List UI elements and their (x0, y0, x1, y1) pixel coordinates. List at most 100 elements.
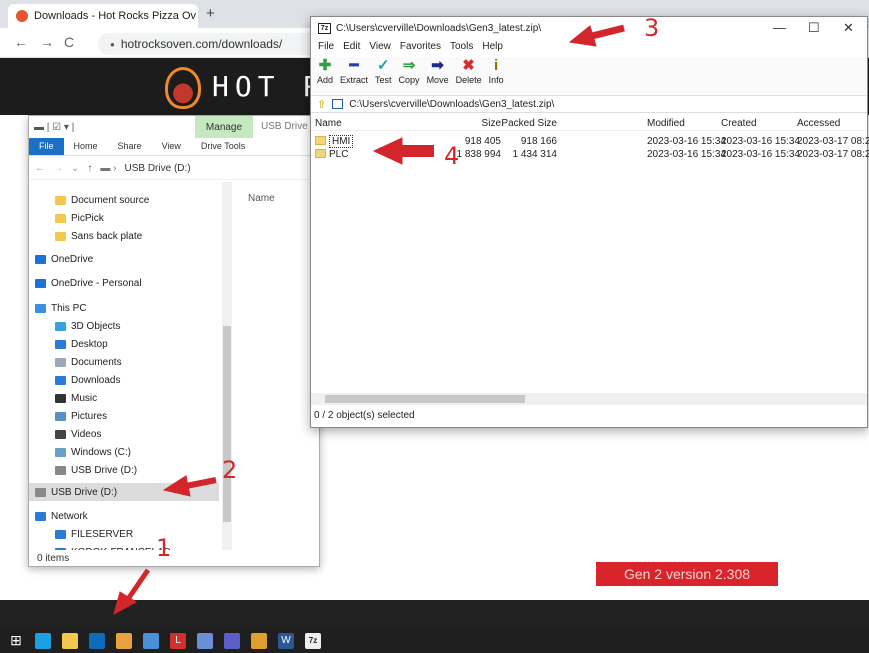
info-button[interactable]: i Info (489, 57, 504, 93)
pictures-icon (55, 411, 66, 421)
tool-icon[interactable] (197, 632, 213, 649)
l-app-icon[interactable]: L (170, 632, 186, 649)
nav-scrollbar-thumb[interactable] (223, 326, 231, 522)
move-button[interactable]: ➡ Move (427, 57, 449, 93)
nav-item[interactable]: Videos (55, 425, 101, 443)
7zip-icon: 7z (318, 22, 331, 34)
add-button[interactable]: ✚ Add (317, 57, 333, 93)
forward-icon[interactable]: → (53, 163, 63, 174)
windows-start-icon[interactable]: ⊞ (8, 632, 24, 649)
cell-modified: 2023-03-16 15:34 (647, 136, 726, 147)
browser-tab[interactable]: Downloads - Hot Rocks Pizza Ov × (8, 4, 198, 28)
nav-item[interactable]: OneDrive - Personal (35, 274, 142, 292)
ribbon-tab-drive-tools[interactable]: Drive Tools (191, 138, 255, 155)
close-icon[interactable]: ✕ (843, 20, 854, 36)
cell-text: 918 166 (520, 135, 557, 147)
ribbon-tab-share[interactable]: Share (108, 138, 152, 155)
nav-item[interactable]: USB Drive (D:) (55, 461, 137, 479)
nav-item[interactable]: OneDrive (35, 250, 93, 268)
test-icon: ✓ (377, 57, 390, 74)
menu-favorites[interactable]: Favorites (400, 41, 441, 57)
nav-item[interactable]: Sans back plate (55, 227, 142, 245)
address-bar[interactable]: ● hotrocksoven.com/downloads/ (98, 33, 328, 55)
7zip-status: 0 / 2 object(s) selected (314, 410, 415, 421)
nav-item[interactable]: Windows (C:) (55, 443, 131, 461)
path-text: C:\Users\cverville\Downloads\Gen3_latest… (349, 98, 555, 110)
tool-label: Add (317, 75, 334, 85)
column-header-modified[interactable]: Modified (647, 118, 721, 129)
menu-help[interactable]: Help (482, 41, 503, 57)
nav-item[interactable]: This PC (35, 299, 87, 317)
app-icon[interactable] (143, 632, 159, 649)
7zip-menubar: File Edit View Favorites Tools Help (311, 41, 867, 57)
usb-drive-icon: ▬ › (100, 163, 117, 174)
nav-item[interactable]: Documents (55, 353, 122, 371)
cell-accessed: 2023-03-17 08:29 (797, 136, 869, 147)
tool-label: Extract (340, 75, 369, 85)
app2-icon[interactable] (251, 632, 267, 649)
word-icon[interactable]: W (278, 632, 294, 649)
ribbon-tab-view[interactable]: View (152, 138, 191, 155)
nav-item[interactable]: Downloads (55, 371, 120, 389)
nav-item[interactable]: KODOK-FRANCELAD (55, 543, 171, 550)
ribbon-tab-home[interactable]: Home (64, 138, 108, 155)
extract-button[interactable]: ━ Extract (340, 57, 368, 93)
column-header-name[interactable]: Name (248, 193, 275, 204)
menu-tools[interactable]: Tools (450, 41, 473, 57)
up-folder-icon[interactable]: ⇧ (317, 98, 326, 111)
cloud-icon (35, 278, 46, 288)
nav-item[interactable]: FILESERVER (55, 525, 133, 543)
column-header-packed-size[interactable]: Packed Size (473, 118, 557, 129)
ribbon-tabs: File Home Share View Drive Tools (29, 138, 319, 156)
copy-button[interactable]: ⇒ Copy (399, 57, 420, 93)
menu-file[interactable]: File (318, 41, 334, 57)
annotation-number-4: 4 (444, 142, 460, 170)
column-header-accessed[interactable]: Accessed (797, 118, 869, 129)
minimize-icon[interactable]: — (773, 20, 786, 35)
explorer-address-bar[interactable]: ← → ⌄ ↑ ▬ › USB Drive (D:) (29, 158, 319, 180)
nav-item-label: OneDrive - Personal (51, 277, 142, 289)
nav-item[interactable]: Music (55, 389, 97, 407)
chrome-icon[interactable] (116, 632, 132, 649)
7zip-icon[interactable]: 7z (305, 632, 321, 649)
column-header-created[interactable]: Created (721, 118, 795, 129)
table-row[interactable]: PLC 1 838 994 1 434 314 2023-03-16 15:34 202… (311, 147, 869, 161)
menu-edit[interactable]: Edit (343, 41, 360, 57)
music-icon (55, 393, 66, 403)
table-header: Name Size Packed Size Modified Created Access… (311, 117, 867, 131)
up-icon[interactable]: ↑ (87, 163, 92, 174)
delete-icon: ✖ (462, 57, 475, 74)
arrow-1-shaft (123, 568, 151, 604)
nav-item[interactable]: 3D Objects (55, 317, 120, 335)
nav-item[interactable]: Network (35, 507, 88, 525)
7zip-path-bar[interactable]: ⇧ C:\Users\cverville\Downloads\Gen3_late… (311, 95, 867, 113)
nav-item[interactable]: Desktop (55, 335, 108, 353)
nav-item-label: This PC (51, 302, 87, 314)
download-banner[interactable]: Gen 2 version 2.308 (596, 562, 778, 586)
back-icon[interactable]: ← (35, 163, 45, 174)
edge-icon[interactable] (35, 632, 51, 649)
file-explorer-icon[interactable] (62, 632, 78, 649)
chevron-down-icon[interactable]: ⌄ (71, 163, 79, 174)
ribbon-tab-file[interactable]: File (29, 138, 64, 155)
quick-access-toolbar[interactable]: ▬ | ☑ ▾ | (34, 122, 74, 133)
menu-view[interactable]: View (369, 41, 391, 57)
cell-text: 2023-03-16 15:34 (647, 135, 726, 147)
table-row[interactable]: HMI 918 405 918 166 2023-03-16 15:34 2023-03… (311, 134, 869, 148)
test-button[interactable]: ✓ Test (375, 57, 392, 93)
maximize-icon[interactable]: ☐ (808, 20, 820, 36)
delete-button[interactable]: ✖ Delete (456, 57, 482, 93)
nav-item[interactable]: USB Drive (D:) (35, 483, 117, 501)
cell-text: 2023-03-17 08:29 (797, 135, 869, 147)
teams-icon[interactable] (224, 632, 240, 649)
nav-item[interactable]: PicPick (55, 209, 104, 227)
nav-item[interactable]: Pictures (55, 407, 107, 425)
manage-tab[interactable]: Manage (195, 116, 253, 138)
outlook-icon[interactable] (89, 632, 105, 649)
back-icon[interactable]: ← (14, 34, 28, 50)
horizontal-scrollbar-thumb[interactable] (325, 395, 525, 403)
reload-icon[interactable]: C (64, 34, 74, 50)
nav-item[interactable]: Document source (55, 191, 149, 209)
new-tab-icon[interactable]: + (206, 5, 215, 22)
forward-icon[interactable]: → (40, 34, 54, 50)
